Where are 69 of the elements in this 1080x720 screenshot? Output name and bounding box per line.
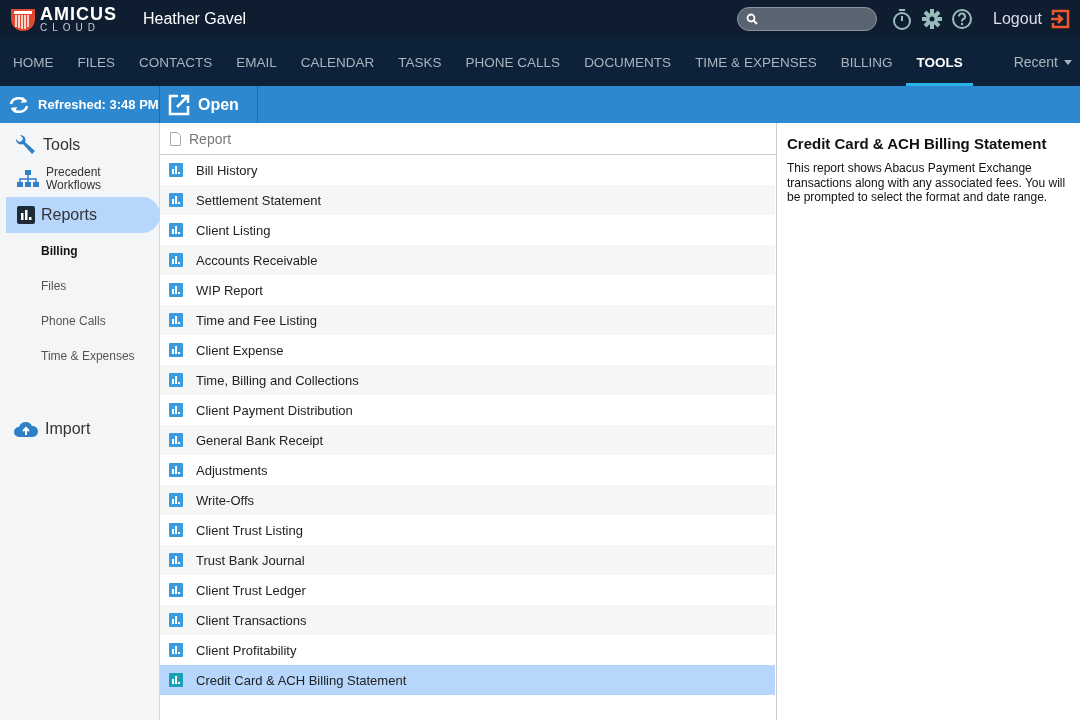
bar-chart-icon xyxy=(169,493,183,507)
sidebar-item[interactable]: Import xyxy=(0,413,159,445)
column-header: Report xyxy=(189,130,232,147)
search-icon xyxy=(746,13,759,25)
nav-tab[interactable]: PHONE CALLS xyxy=(455,38,571,86)
bar-chart-icon xyxy=(169,433,183,447)
report-row[interactable]: Credit Card & ACH Billing Statement xyxy=(160,665,775,695)
sidebar-subitem[interactable]: Phone Calls xyxy=(0,303,106,338)
nav-tab[interactable]: TIME & EXPENSES xyxy=(685,38,827,86)
caret-icon xyxy=(1064,59,1072,65)
nav-tab[interactable]: FILES xyxy=(67,38,125,86)
nav-tab[interactable]: CONTACTS xyxy=(129,38,223,86)
report-row[interactable]: General Bank Receipt xyxy=(160,425,775,455)
bar-chart-icon xyxy=(169,673,183,687)
report-row[interactable]: Write-Offs xyxy=(160,485,775,515)
logout-button[interactable]: Logout xyxy=(993,9,1070,29)
bar-chart-icon xyxy=(169,553,183,567)
settings-icon[interactable] xyxy=(921,8,944,30)
bar-chart-icon xyxy=(169,613,183,627)
user-name: Heather Gavel xyxy=(143,10,247,28)
refresh-icon[interactable] xyxy=(8,95,30,114)
logout-icon xyxy=(1050,9,1070,29)
sidebar-item[interactable]: Reports xyxy=(6,197,160,233)
nav-tab[interactable]: EMAIL xyxy=(226,38,287,86)
nav-tab[interactable]: DOCUMENTS xyxy=(574,38,682,86)
open-external-icon xyxy=(168,93,190,116)
bar-chart-icon xyxy=(169,253,183,267)
nav-tab[interactable]: TASKS xyxy=(388,38,452,86)
report-description: This report shows Abacus Payment Exchange transactions along with any associated fees. You will be prompted to select the format and date range. xyxy=(787,161,1067,205)
bar-chart-icon xyxy=(169,523,183,537)
column-shield-icon xyxy=(10,6,36,32)
bar-chart-icon xyxy=(169,313,183,327)
sidebar-item[interactable]: Tools xyxy=(0,129,159,161)
bar-chart-icon xyxy=(169,373,183,387)
logo-text: AMICUS xyxy=(40,5,117,23)
hierarchy-icon xyxy=(16,169,40,189)
bar-chart-icon xyxy=(169,643,183,657)
document-icon xyxy=(170,131,181,146)
refreshed-time: Refreshed: 3:48 PM xyxy=(38,97,159,112)
report-row[interactable]: Trust Bank Journal xyxy=(160,545,775,575)
recent-dropdown[interactable]: Recent xyxy=(1007,38,1080,86)
nav-tab[interactable]: HOME xyxy=(3,38,64,86)
sidebar-subitem[interactable]: Billing xyxy=(0,233,78,268)
help-icon[interactable] xyxy=(951,8,974,30)
nav-tab[interactable]: BILLING xyxy=(830,38,903,86)
report-row[interactable]: Time and Fee Listing xyxy=(160,305,775,335)
bar-chart-icon xyxy=(169,223,183,237)
bar-chart-icon xyxy=(169,343,183,357)
bar-chart-icon xyxy=(169,403,183,417)
sidebar-item[interactable]: Precedent Workflows xyxy=(0,161,159,197)
bar-chart-icon xyxy=(169,193,183,207)
bar-chart-icon xyxy=(17,206,35,224)
report-row[interactable]: Settlement Statement xyxy=(160,185,775,215)
wrench-icon xyxy=(13,133,37,157)
sidebar-subitem[interactable]: Files xyxy=(0,268,67,303)
cloud-upload-icon xyxy=(13,420,39,438)
bar-chart-icon xyxy=(169,283,183,297)
report-row[interactable]: Accounts Receivable xyxy=(160,245,775,275)
report-row[interactable]: Time, Billing and Collections xyxy=(160,365,775,395)
search-field[interactable] xyxy=(737,7,878,31)
sidebar-subitem[interactable]: Time & Expenses xyxy=(0,338,135,373)
report-title: Credit Card & ACH Billing Statement xyxy=(787,135,1048,152)
stopwatch-icon[interactable] xyxy=(891,8,914,30)
nav-tab[interactable]: CALENDAR xyxy=(290,38,385,86)
bar-chart-icon xyxy=(169,163,183,177)
bar-chart-icon xyxy=(169,463,183,477)
report-row[interactable]: Client Transactions xyxy=(160,605,775,635)
bar-chart-icon xyxy=(169,583,183,597)
logo-subtext: CLOUD xyxy=(40,23,101,33)
